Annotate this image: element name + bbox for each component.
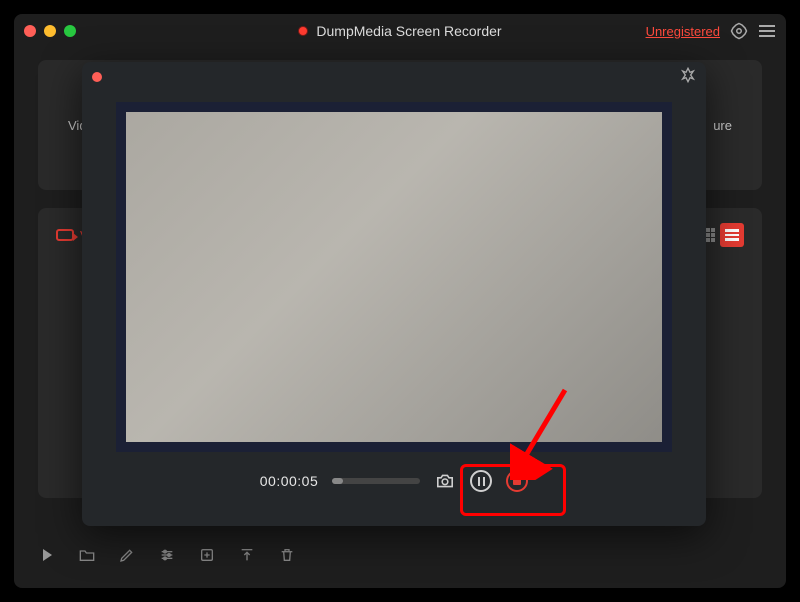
traffic-lights (24, 25, 76, 37)
settings-button[interactable] (730, 22, 748, 40)
edit-button[interactable] (118, 546, 136, 564)
screenshot-button[interactable] (434, 472, 456, 490)
recording-overlay-window: 00:00:05 (82, 62, 706, 526)
maximize-window-button[interactable] (64, 25, 76, 37)
recording-controls: 00:00:05 (82, 452, 706, 492)
adjust-button[interactable] (158, 546, 176, 564)
pause-icon (483, 477, 486, 486)
overlay-header (82, 62, 706, 92)
list-icon (725, 229, 739, 241)
play-icon (43, 549, 52, 561)
folder-button[interactable] (78, 546, 96, 564)
list-view-button[interactable] (720, 223, 744, 247)
title-right: Unregistered (646, 22, 776, 40)
close-window-button[interactable] (24, 25, 36, 37)
stop-icon (513, 477, 521, 485)
timecode-label: 00:00:05 (260, 473, 319, 489)
minimize-window-button[interactable] (44, 25, 56, 37)
pause-button[interactable] (470, 470, 492, 492)
progress-bar[interactable] (332, 478, 420, 484)
pin-button[interactable] (680, 67, 696, 88)
trash-button[interactable] (278, 546, 296, 564)
mode-snapshot-capture[interactable]: ure (713, 118, 732, 133)
upload-button[interactable] (238, 546, 256, 564)
mode-capture-label-partial: ure (713, 118, 732, 133)
registration-link[interactable]: Unregistered (646, 24, 720, 39)
camera-icon (56, 229, 74, 241)
recording-preview (116, 102, 672, 452)
pause-icon (478, 477, 481, 486)
menu-button[interactable] (758, 22, 776, 40)
bottom-toolbar (38, 540, 762, 570)
stop-button[interactable] (506, 470, 528, 492)
recording-indicator-icon (298, 26, 308, 36)
titlebar: DumpMedia Screen Recorder Unregistered (14, 14, 786, 48)
app-title: DumpMedia Screen Recorder (316, 23, 501, 39)
play-button[interactable] (38, 546, 56, 564)
overlay-close-button[interactable] (92, 72, 102, 82)
export-button[interactable] (198, 546, 216, 564)
